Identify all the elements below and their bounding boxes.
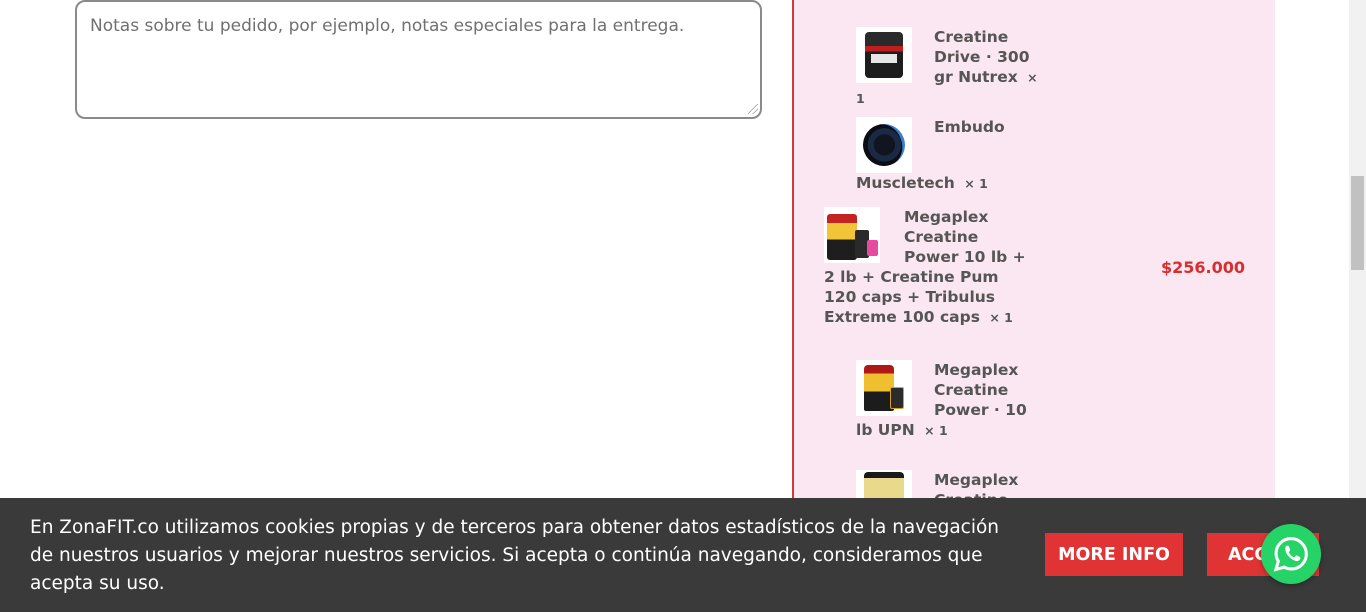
cart-item: Megaplex Creatine Power 10 lb + 2 lb + C… [824, 207, 1036, 328]
cart-item-qty: × 1 [924, 423, 948, 438]
whatsapp-chat-button[interactable] [1261, 524, 1321, 584]
page-scrollbar-thumb[interactable] [1351, 176, 1364, 270]
cart-item: Megaplex Creatine Power · 10 lb UPN × 1 [856, 360, 1036, 441]
cart-item-price: $256.000 [1160, 258, 1245, 277]
cart-item: Embudo Muscletech × 1 [856, 117, 1026, 194]
cart-item-qty: × 1 [989, 310, 1013, 325]
creatine-tub-icon [856, 27, 912, 83]
more-info-button[interactable]: MORE INFO [1045, 533, 1183, 576]
resize-grip-icon[interactable] [748, 104, 758, 114]
cart-item-name: Creatine Drive · 300 gr Nutrex [934, 28, 1030, 86]
cart-item: Creatine Drive · 300 gr Nutrex × 1 [856, 27, 1046, 109]
cookie-banner: En ZonaFIT.co utilizamos cookies propias… [0, 498, 1366, 612]
cart-item-qty: × 1 [964, 176, 988, 191]
funnel-icon [856, 117, 912, 173]
cookie-banner-text: En ZonaFIT.co utilizamos cookies propias… [30, 517, 1000, 594]
creatine-bag-icon [856, 360, 912, 416]
combo-pack-icon [824, 207, 880, 263]
order-notes-textarea[interactable] [75, 0, 762, 119]
whatsapp-icon [1273, 537, 1308, 572]
